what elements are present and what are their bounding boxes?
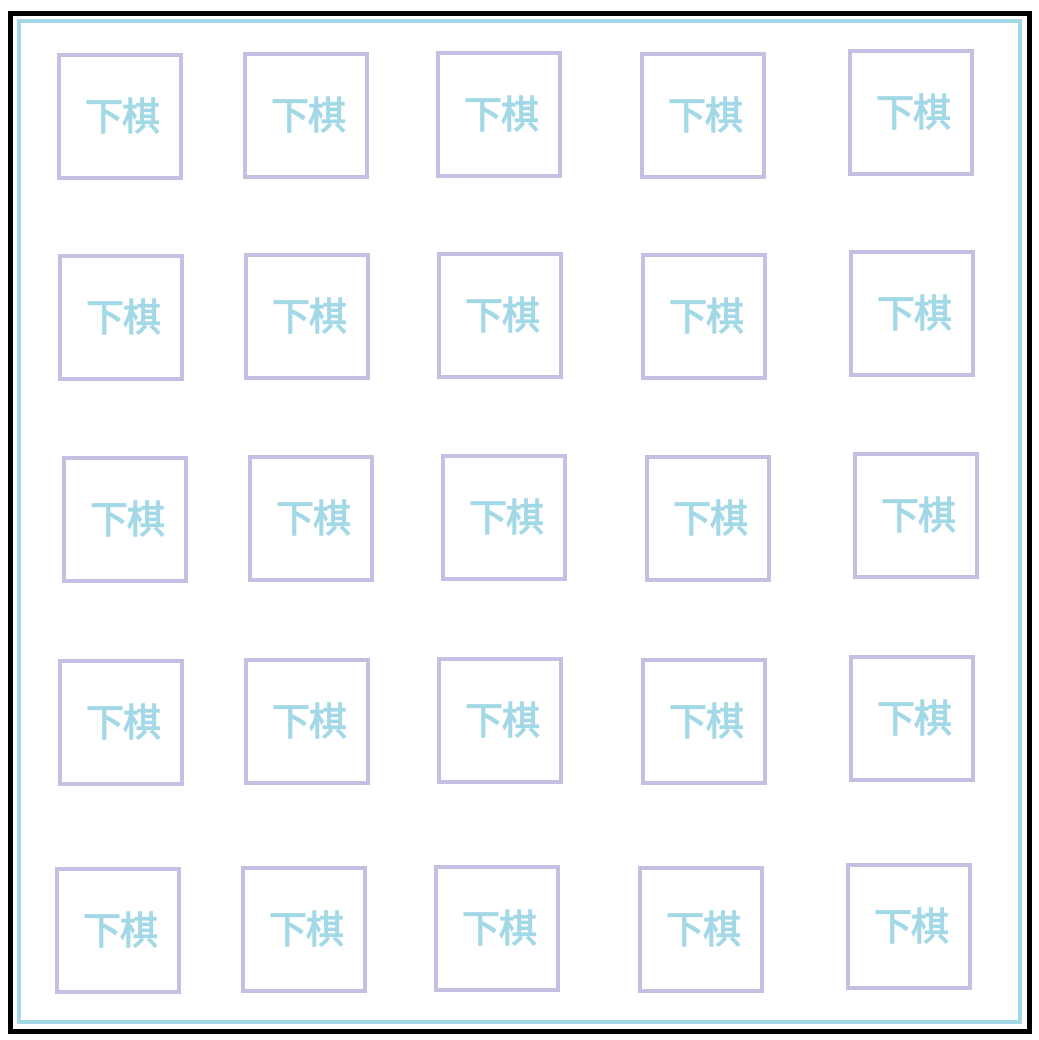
cell-label: 下棋 (468, 495, 544, 540)
cell-label: 下棋 (271, 294, 347, 339)
board-cell-3-3[interactable]: 下棋 (641, 658, 767, 785)
board-cell-1-4[interactable]: 下棋 (849, 250, 975, 377)
cell-label: 下棋 (89, 497, 165, 542)
cell-label: 下棋 (268, 907, 344, 952)
cell-label: 下棋 (672, 496, 748, 541)
cell-label: 下棋 (667, 93, 743, 138)
board-cell-1-2[interactable]: 下棋 (437, 252, 563, 379)
cell-label: 下棋 (876, 291, 952, 336)
cell-label: 下棋 (270, 93, 346, 138)
board-cell-2-1[interactable]: 下棋 (248, 455, 374, 582)
game-board: 下棋 下棋 下棋 下棋 下棋 下棋 下棋 下棋 下棋 下棋 下棋 下棋 下棋 下… (0, 0, 1039, 1040)
board-cell-2-3[interactable]: 下棋 (645, 455, 771, 582)
board-cell-0-3[interactable]: 下棋 (640, 52, 766, 179)
board-cell-4-3[interactable]: 下棋 (638, 866, 764, 993)
board-cell-1-3[interactable]: 下棋 (641, 253, 767, 380)
board-cell-1-0[interactable]: 下棋 (58, 254, 184, 381)
cell-label: 下棋 (464, 293, 540, 338)
cell-label: 下棋 (82, 908, 158, 953)
cell-label: 下棋 (85, 700, 161, 745)
board-cell-1-1[interactable]: 下棋 (244, 253, 370, 380)
cell-label: 下棋 (668, 294, 744, 339)
board-cell-2-0[interactable]: 下棋 (62, 456, 188, 583)
cell-label: 下棋 (271, 699, 347, 744)
board-cell-0-0[interactable]: 下棋 (57, 53, 183, 180)
cell-label: 下棋 (461, 906, 537, 951)
board-cell-3-0[interactable]: 下棋 (58, 659, 184, 786)
board-cell-3-1[interactable]: 下棋 (244, 658, 370, 785)
cell-label: 下棋 (873, 904, 949, 949)
cell-label: 下棋 (85, 295, 161, 340)
board-cell-4-1[interactable]: 下棋 (241, 866, 367, 993)
board-cell-4-4[interactable]: 下棋 (846, 863, 972, 990)
board-cell-0-2[interactable]: 下棋 (436, 51, 562, 178)
board-cell-4-0[interactable]: 下棋 (55, 867, 181, 994)
board-cell-0-1[interactable]: 下棋 (243, 52, 369, 179)
cell-label: 下棋 (275, 496, 351, 541)
cell-label: 下棋 (875, 90, 951, 135)
board-cell-4-2[interactable]: 下棋 (434, 865, 560, 992)
cell-label: 下棋 (876, 696, 952, 741)
board-cell-3-4[interactable]: 下棋 (849, 655, 975, 782)
board-cell-3-2[interactable]: 下棋 (437, 657, 563, 784)
cell-label: 下棋 (665, 907, 741, 952)
board-cell-2-4[interactable]: 下棋 (853, 452, 979, 579)
cell-label: 下棋 (668, 699, 744, 744)
board-cell-2-2[interactable]: 下棋 (441, 454, 567, 581)
board-cell-0-4[interactable]: 下棋 (848, 49, 974, 176)
cell-label: 下棋 (463, 92, 539, 137)
cell-label: 下棋 (880, 493, 956, 538)
cell-label: 下棋 (84, 94, 160, 139)
cell-label: 下棋 (464, 698, 540, 743)
